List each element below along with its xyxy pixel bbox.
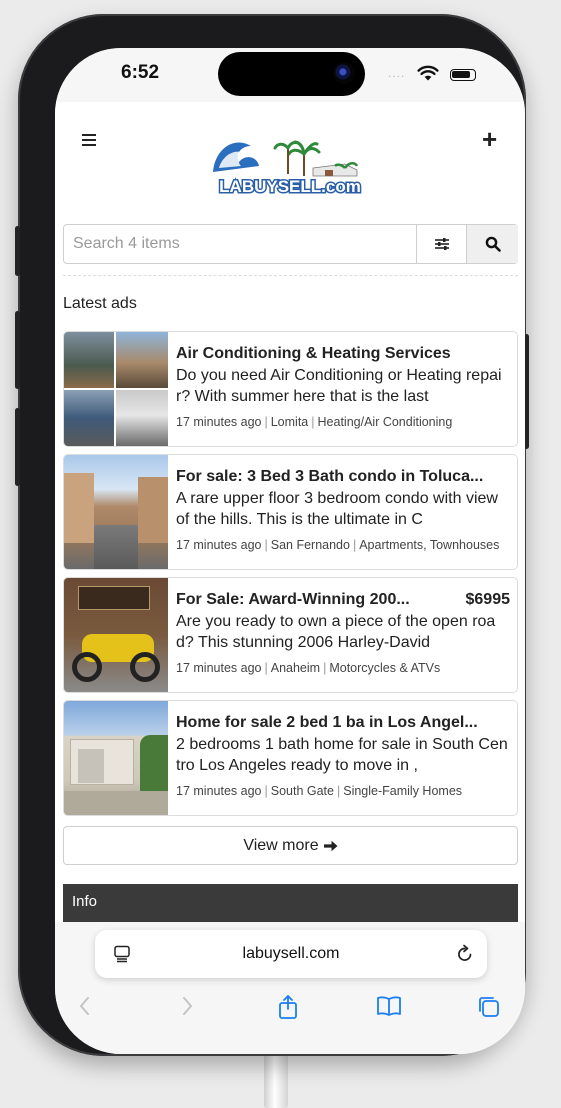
section-title: Latest ads: [63, 295, 137, 312]
browser-toolbar: [55, 994, 525, 1028]
volume-down-button: [15, 408, 20, 486]
search-bar: [63, 224, 518, 264]
logo-text: LABUYSELL.com: [219, 177, 361, 196]
ad-price: $6995: [465, 591, 511, 608]
ad-thumbnail[interactable]: [64, 455, 168, 569]
ad-time: 17 minutes ago: [176, 784, 262, 798]
ad-location: Anaheim: [270, 661, 321, 675]
arrow-right-icon: [323, 840, 338, 851]
ad-meta: 17 minutes ago | South Gate | Single-Family …: [176, 784, 463, 798]
view-more-button[interactable]: View more: [63, 826, 518, 865]
ad-meta: 17 minutes ago | San Fernando | Apartments, …: [176, 538, 500, 552]
share-icon[interactable]: [276, 994, 300, 1020]
ad-meta: 17 minutes ago | Lomita | Heating/Air Condit…: [176, 415, 453, 429]
ad-thumbnail[interactable]: [64, 578, 168, 692]
signal-icon: ....: [388, 66, 406, 80]
ad-thumbnail[interactable]: [64, 701, 168, 815]
search-icon: [485, 236, 501, 252]
ad-description: 2 bedrooms 1 bath home for sale in South…: [176, 736, 508, 774]
address-bar[interactable]: labuysell.com: [95, 930, 487, 978]
chevron-right-icon[interactable]: [177, 994, 197, 1018]
reload-icon[interactable]: [455, 944, 475, 964]
sliders-icon: [435, 238, 449, 250]
ad-category: Heating/Air Conditioning: [317, 415, 453, 429]
plus-icon[interactable]: +: [482, 124, 497, 155]
ad-time: 17 minutes ago: [176, 538, 262, 552]
ad-category: Apartments, Townhouses: [359, 538, 500, 552]
chevron-left-icon[interactable]: [75, 994, 95, 1018]
ad-card[interactable]: For Sale: Award-Winning 200... $6995 Are…: [63, 577, 518, 693]
info-label: Info: [72, 893, 98, 910]
divider: [63, 275, 518, 276]
view-more-label: View more: [243, 836, 319, 854]
ad-description: Are you ready to own a piece of the open…: [176, 613, 496, 651]
ad-card[interactable]: Air Conditioning & Heating Services Do y…: [63, 331, 518, 447]
ad-title[interactable]: For sale: 3 Bed 3 Bath condo in Toluca..…: [176, 466, 510, 487]
charging-cable: [264, 1050, 288, 1108]
ad-title[interactable]: Home for sale 2 bed 1 ba in Los Angel...: [176, 712, 510, 733]
camera-icon: [333, 62, 355, 84]
ad-thumbnail[interactable]: [64, 332, 168, 446]
ad-title[interactable]: For Sale: Award-Winning 200...: [176, 589, 456, 610]
ad-category: Motorcycles & ATVs: [329, 661, 441, 675]
ad-time: 17 minutes ago: [176, 661, 262, 675]
info-bar: Info: [63, 884, 518, 924]
filter-button[interactable]: [416, 225, 467, 263]
ad-meta: 17 minutes ago | Anaheim | Motorcycles & ATV…: [176, 661, 441, 675]
status-bar: 6:52 ....: [55, 48, 525, 102]
ad-description: A rare upper floor 3 bedroom condo with …: [176, 490, 498, 528]
book-icon[interactable]: [376, 994, 402, 1018]
ad-time: 17 minutes ago: [176, 415, 262, 429]
battery-icon: [450, 69, 476, 81]
tabs-icon[interactable]: [476, 994, 502, 1020]
site-logo[interactable]: LABUYSELL.com: [205, 128, 375, 198]
search-button[interactable]: [466, 225, 518, 263]
browser-chrome: labuysell.com: [55, 922, 525, 1054]
web-page: LABUYSELL.com + Search 4 items Latest ad…: [55, 102, 525, 924]
ad-card[interactable]: For sale: 3 Bed 3 Bath condo in Toluca..…: [63, 454, 518, 570]
action-button: [15, 226, 20, 276]
ad-description: Do you need Air Conditioning or Heating …: [176, 367, 502, 405]
dynamic-island: [218, 52, 365, 96]
ad-card[interactable]: Home for sale 2 bed 1 ba in Los Angel...…: [63, 700, 518, 816]
ad-location: Lomita: [270, 415, 309, 429]
ad-category: Single-Family Homes: [343, 784, 463, 798]
ad-title[interactable]: Air Conditioning & Heating Services: [176, 343, 510, 364]
status-time: 6:52: [121, 62, 160, 83]
hamburger-icon[interactable]: [82, 134, 96, 149]
ad-location: San Fernando: [270, 538, 350, 552]
wifi-icon: [417, 65, 439, 81]
search-input[interactable]: [64, 225, 423, 263]
volume-up-button: [15, 311, 20, 389]
ad-location: South Gate: [270, 784, 334, 798]
phone-screen: 6:52 .... LABUYSELL.com + Search 4 items…: [55, 48, 525, 1054]
phone-frame: 6:52 .... LABUYSELL.com + Search 4 items…: [15, 14, 529, 1056]
url-text[interactable]: labuysell.com: [95, 930, 487, 978]
